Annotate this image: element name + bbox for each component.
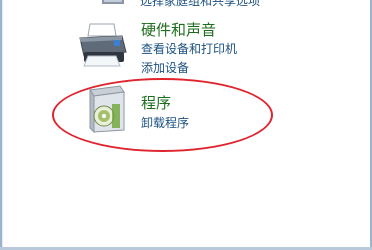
homegroup-sharing-link[interactable]: 选择家庭组和共享选项 [140,0,260,9]
network-icon [102,0,124,4]
category-title-hardware-sound[interactable]: 硬件和声音 [141,19,216,40]
printer-icon[interactable] [76,22,128,74]
add-device-link[interactable]: 添加设备 [141,59,189,76]
highlight-ellipse [52,78,273,152]
view-devices-printers-link[interactable]: 查看设备和打印机 [141,40,237,57]
window-frame-left-highlight [2,0,3,250]
